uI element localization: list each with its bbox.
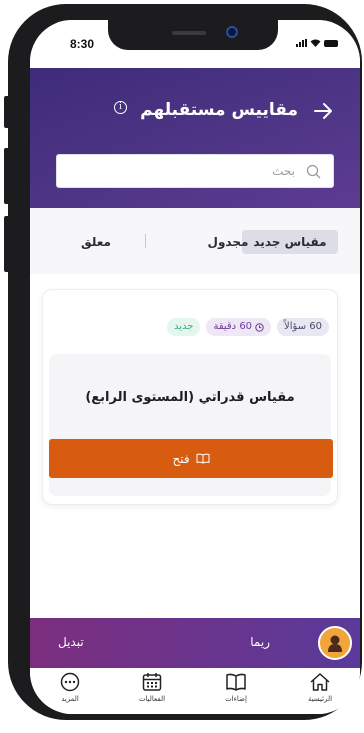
nav-insights[interactable]: إضاءات: [206, 672, 266, 703]
search-icon: [306, 164, 321, 179]
search-placeholder: بحث: [272, 164, 295, 178]
wifi-icon: [310, 39, 321, 47]
search-input[interactable]: بحث: [56, 154, 334, 188]
tab-bar: مقياس جديد مجدول معلق: [30, 208, 360, 274]
switch-user-button[interactable]: تبديل: [58, 635, 84, 649]
open-button[interactable]: فتح: [49, 439, 333, 478]
card-badges: 60 سؤالاً 60 دقيقة جديد: [166, 318, 329, 336]
header: مقاييس مستقبلهم i بحث: [30, 68, 360, 208]
nav-more[interactable]: المزيد: [40, 672, 100, 703]
nav-home[interactable]: الرئيسية: [290, 672, 350, 703]
scale-name: مقياس قدراتي (المستوى الرابع): [85, 390, 295, 405]
page-title: مقاييس مستقبلهم: [140, 100, 298, 120]
speaker: [172, 31, 206, 35]
nav-events[interactable]: الفعاليات: [122, 672, 182, 703]
user-avatar[interactable]: [318, 626, 352, 660]
scale-card: 60 سؤالاً 60 دقيقة جديد مقياس قدراتي (ال…: [42, 289, 338, 505]
questions-badge: 60 سؤالاً: [277, 318, 329, 336]
main-content: 60 سؤالاً 60 دقيقة جديد مقياس قدراتي (ال…: [30, 274, 360, 618]
more-icon: [60, 672, 80, 692]
volume-down-button: [4, 216, 10, 272]
nav-insights-label: إضاءات: [225, 695, 247, 703]
screen: 8:30 مقاييس مستقبلهم i بحث مقياس جديد مج…: [30, 20, 360, 714]
tab-divider: [145, 234, 146, 248]
nav-events-label: الفعاليات: [138, 695, 166, 703]
user-icon: [328, 635, 342, 652]
home-icon: [310, 673, 330, 691]
volume-up-button: [4, 148, 10, 204]
clock-icon: [255, 322, 264, 332]
new-status-badge: جديد: [166, 318, 201, 336]
card-body: مقياس قدراتي (المستوى الرابع) فتح: [49, 354, 333, 496]
phone-frame: 8:30 مقاييس مستقبلهم i بحث مقياس جديد مج…: [8, 4, 362, 720]
book-icon: [226, 673, 246, 691]
notch: [108, 20, 278, 50]
tab-pending[interactable]: معلق: [68, 230, 124, 254]
tab-scheduled[interactable]: مجدول: [192, 230, 264, 254]
nav-more-label: المزيد: [61, 695, 79, 703]
battery-icon: [324, 40, 338, 47]
signal-icon: [296, 39, 307, 47]
status-time: 8:30: [70, 37, 95, 51]
user-bar: ريما تبديل: [30, 618, 360, 668]
book-icon: [196, 453, 210, 464]
side-button: [4, 96, 10, 128]
calendar-icon: [142, 673, 162, 691]
camera: [226, 26, 238, 38]
duration-badge: 60 دقيقة: [206, 318, 272, 336]
duration-text: 60 دقيقة: [213, 321, 253, 332]
user-name: ريما: [250, 635, 270, 649]
bottom-nav: الرئيسية إضاءات الفعاليات المزيد: [30, 668, 360, 714]
back-arrow-icon[interactable]: [312, 100, 334, 122]
nav-home-label: الرئيسية: [307, 695, 333, 703]
open-button-label: فتح: [172, 451, 190, 466]
info-icon[interactable]: i: [114, 101, 127, 114]
status-icons: [296, 39, 338, 47]
